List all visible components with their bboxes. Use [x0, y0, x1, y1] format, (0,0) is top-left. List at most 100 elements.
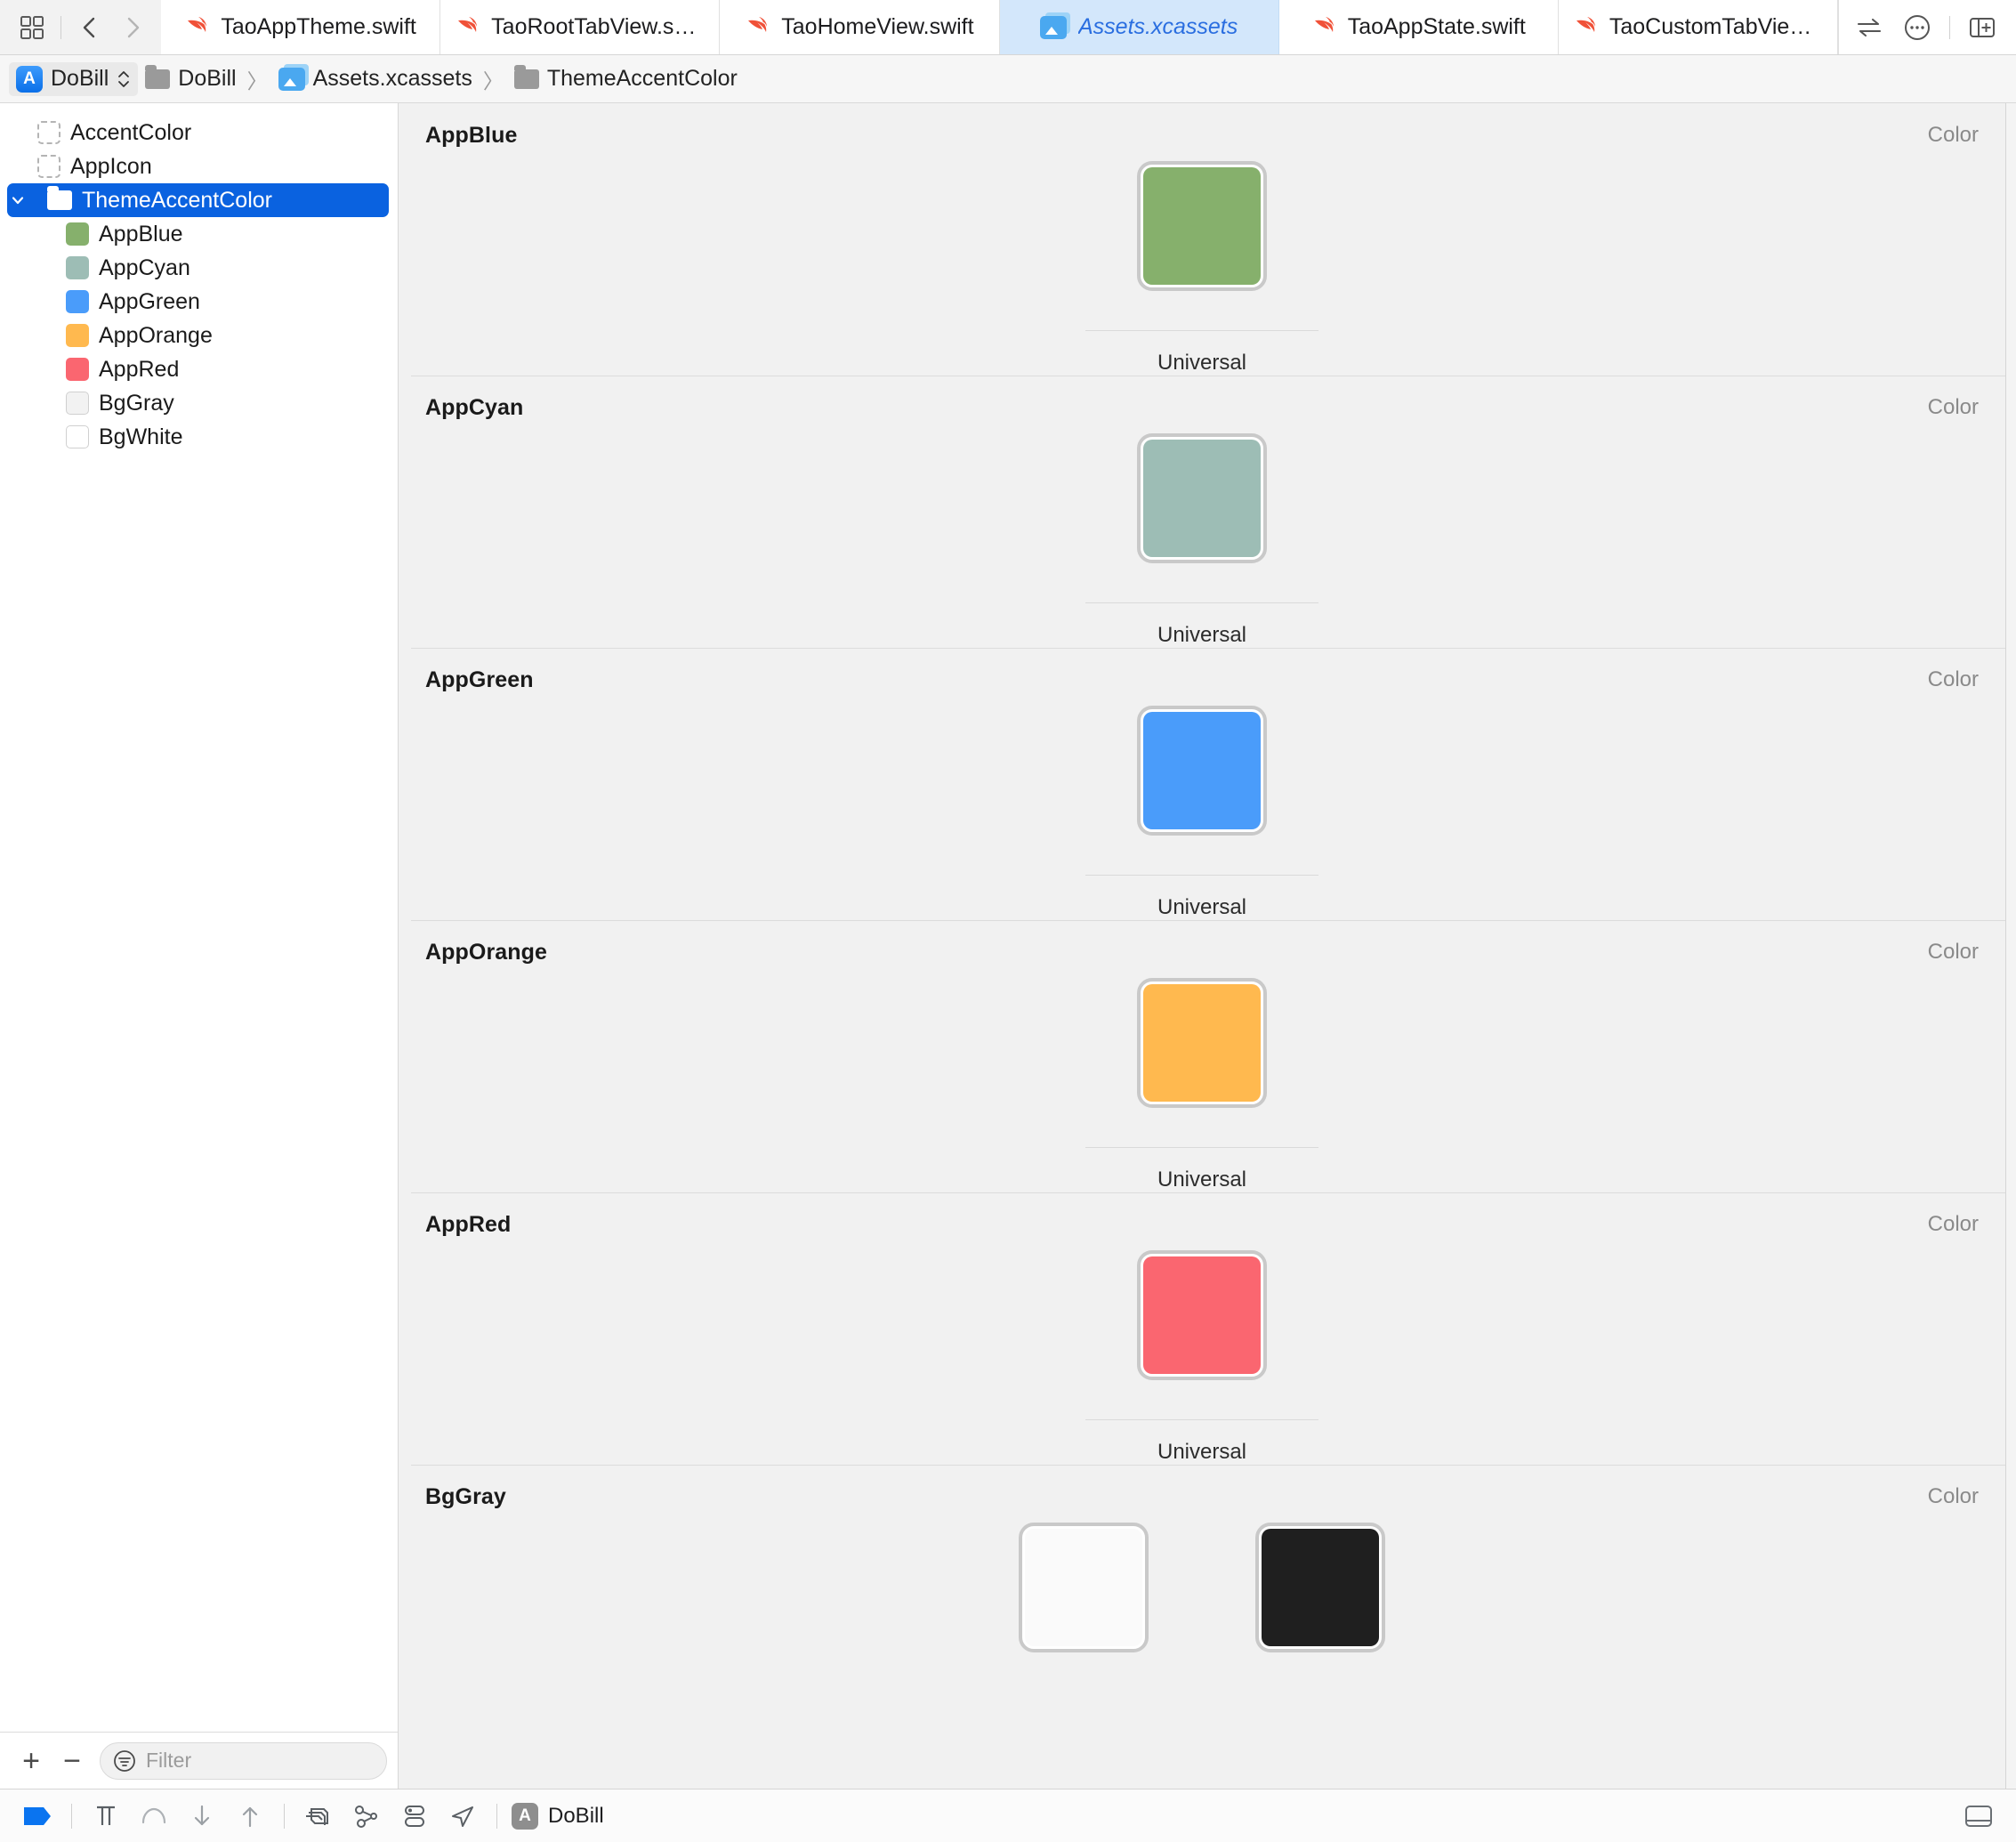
debug-bar: A DoBill [0, 1789, 2016, 1842]
asset-item-bggray[interactable]: BgGray [7, 386, 389, 420]
simulate-location-icon[interactable] [439, 1796, 486, 1837]
environment-overrides-icon[interactable] [391, 1796, 438, 1837]
section-title: AppGreen [425, 667, 534, 692]
panel-right-icon[interactable] [1963, 8, 2002, 47]
editor-tab[interactable]: TaoCustomTabView.swift [1558, 0, 1839, 54]
color-swatch[interactable] [1137, 433, 1267, 563]
debug-process-label: DoBill [548, 1803, 604, 1828]
editor-tab[interactable]: TaoAppTheme.swift [161, 0, 441, 54]
inspector-edge[interactable] [2005, 103, 2016, 1789]
breadcrumb-item-project[interactable]: DoBill [138, 62, 243, 95]
editor-tab-active[interactable]: Assets.xcassets [999, 0, 1279, 54]
filter-input[interactable]: Filter [100, 1741, 387, 1780]
color-swatch-icon [66, 290, 89, 313]
asset-section-apporange: AppOrange Color Universal [399, 920, 2005, 1192]
breadcrumb-item-group[interactable]: ThemeAccentColor [507, 62, 745, 95]
asset-item-appgreen[interactable]: AppGreen [7, 285, 389, 319]
more-icon[interactable] [1898, 8, 1937, 47]
section-title: AppBlue [425, 123, 518, 148]
color-swatch[interactable] [1137, 1250, 1267, 1380]
asset-group-label: ThemeAccentColor [82, 187, 272, 213]
color-swatch[interactable] [1137, 706, 1267, 836]
breadcrumb-scheme[interactable]: A DoBill [9, 61, 139, 96]
asset-section-appblue: AppBlue Color Universal [399, 103, 2005, 376]
section-kind-label: Color [1927, 395, 1979, 419]
asset-item-appcyan[interactable]: AppCyan [7, 251, 389, 285]
asset-item-apporange[interactable]: AppOrange [7, 319, 389, 352]
tab-bar-right-controls [1838, 0, 2016, 54]
view-hierarchy-icon[interactable] [295, 1796, 342, 1837]
breadcrumb-item-assets[interactable]: Assets.xcassets [271, 62, 480, 95]
section-header: AppBlue Color [399, 103, 2005, 149]
asset-variant[interactable]: Universal [1085, 149, 1318, 376]
asset-editor[interactable]: AppBlue Color Universal AppCyan Color Un… [399, 103, 2005, 1789]
section-header: AppOrange Color [399, 920, 2005, 965]
color-swatch[interactable] [1019, 1523, 1149, 1652]
asset-variant[interactable]: Universal [1085, 1238, 1318, 1465]
memory-graph-icon[interactable] [343, 1796, 390, 1837]
remove-asset-button[interactable]: − [52, 1741, 93, 1781]
step-into-icon[interactable] [179, 1796, 225, 1837]
step-over-icon[interactable] [131, 1796, 177, 1837]
pause-icon[interactable] [83, 1796, 129, 1837]
filter-icon [113, 1749, 136, 1773]
asset-item-accentcolor[interactable]: AccentColor [7, 116, 389, 149]
navigate-forward-icon[interactable] [113, 8, 152, 47]
asset-section-appgreen: AppGreen Color Universal [399, 648, 2005, 920]
swift-icon [1311, 15, 1336, 40]
asset-section-appred: AppRed Color Universal [399, 1192, 2005, 1465]
console-panel-icon[interactable] [1956, 1796, 2002, 1837]
asset-variant[interactable] [995, 1510, 1173, 1652]
navigate-back-icon[interactable] [70, 8, 109, 47]
add-asset-button[interactable]: + [11, 1741, 52, 1781]
grid-view-icon[interactable] [12, 8, 52, 47]
editor-tab[interactable]: TaoRootTabView.swift [440, 0, 721, 54]
swift-icon [1573, 15, 1598, 40]
debug-divider [284, 1803, 285, 1829]
color-swatch[interactable] [1137, 161, 1267, 291]
asset-item-label: AppCyan [99, 254, 190, 280]
section-title: AppCyan [425, 395, 524, 420]
asset-section-bggray: BgGray Color [399, 1465, 2005, 1652]
color-fill [1143, 984, 1261, 1102]
asset-variant[interactable]: Universal [1085, 421, 1318, 648]
color-fill [1143, 440, 1261, 557]
assets-icon [278, 67, 305, 91]
folder-icon [145, 64, 171, 89]
breadcrumb: A DoBill DoBill 〉 Assets.xcassets 〉 Them… [0, 55, 2016, 103]
section-header: AppCyan Color [399, 376, 2005, 421]
color-swatch-dark[interactable] [1255, 1523, 1385, 1652]
asset-item-label: AccentColor [70, 119, 192, 145]
swift-icon [184, 15, 209, 40]
asset-item-appblue[interactable]: AppBlue [7, 217, 389, 251]
section-header: BgGray Color [399, 1465, 2005, 1510]
asset-variant[interactable]: Universal [1085, 965, 1318, 1192]
asset-item-appicon[interactable]: AppIcon [7, 149, 389, 183]
asset-variant[interactable]: Universal [1085, 693, 1318, 920]
editor-tab[interactable]: TaoHomeView.swift [720, 0, 1000, 54]
breadcrumb-separator: 〉 [482, 69, 504, 93]
section-kind-label: Color [1927, 123, 1979, 147]
color-swatch[interactable] [1137, 978, 1267, 1108]
color-swatch-icon [66, 256, 89, 279]
step-out-icon[interactable] [227, 1796, 273, 1837]
section-header: AppGreen Color [399, 648, 2005, 693]
asset-item-bgwhite[interactable]: BgWhite [7, 420, 389, 454]
tab-label: Assets.xcassets [1077, 14, 1238, 39]
swap-icon[interactable] [1850, 8, 1889, 47]
tab-label: TaoCustomTabView.swift [1609, 14, 1823, 39]
asset-item-label: AppIcon [70, 153, 152, 179]
editor-tab[interactable]: TaoAppState.swift [1278, 0, 1559, 54]
section-title: AppOrange [425, 940, 548, 965]
color-swatch-icon [66, 358, 89, 381]
asset-group-themeaccentcolor[interactable]: ThemeAccentColor [7, 183, 389, 217]
asset-item-appred[interactable]: AppRed [7, 352, 389, 386]
chevron-down-icon[interactable] [9, 191, 27, 209]
folder-icon [47, 186, 72, 210]
variant-label: Universal [1157, 895, 1247, 919]
debug-process[interactable]: A DoBill [512, 1802, 604, 1830]
tab-label: TaoHomeView.swift [781, 14, 974, 39]
color-swatch-icon [66, 222, 89, 246]
asset-variant-dark[interactable] [1231, 1510, 1409, 1652]
stop-icon[interactable] [14, 1796, 60, 1837]
